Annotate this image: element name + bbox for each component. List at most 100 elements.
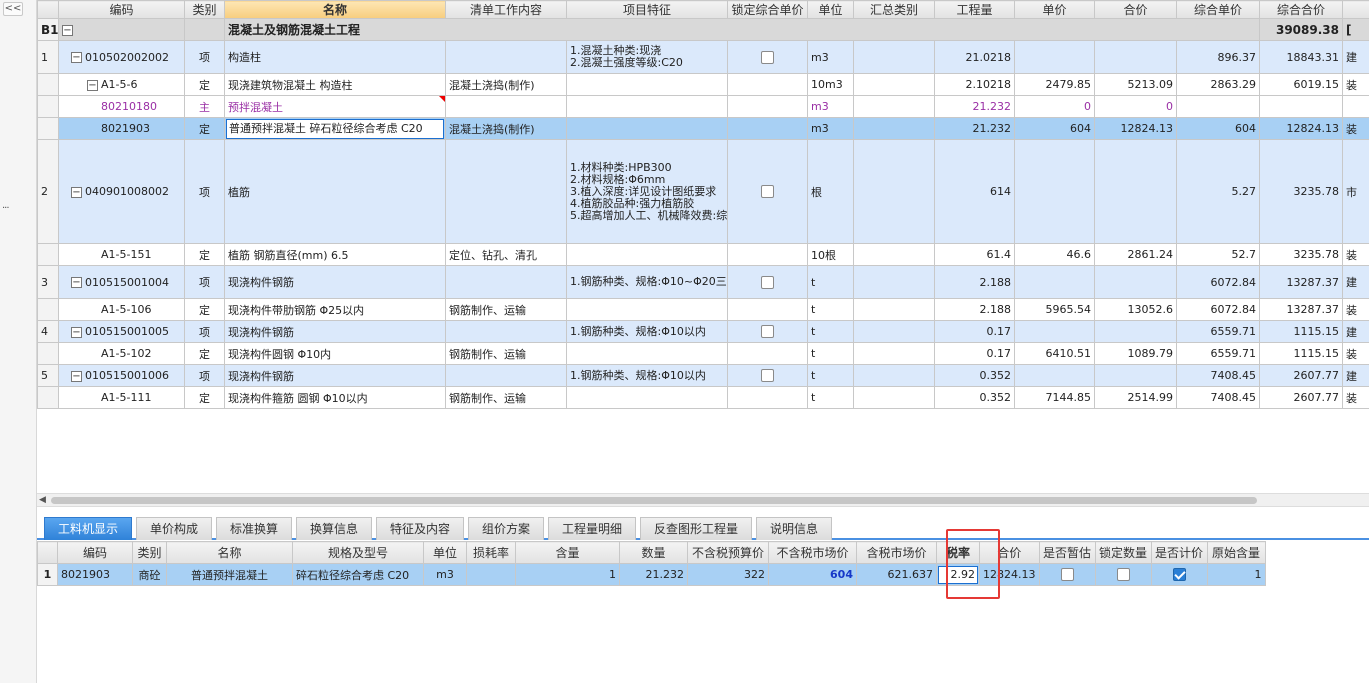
extra-cell[interactable]: 装 — [1342, 117, 1369, 140]
extra-cell[interactable]: 建 — [1342, 320, 1369, 343]
amount-cell[interactable]: 2861.24 — [1094, 243, 1177, 266]
extra-cell[interactable]: 市 — [1342, 139, 1369, 244]
dheader-original-content[interactable]: 原始含量 — [1206, 541, 1266, 564]
work-content-cell[interactable] — [445, 139, 567, 244]
material-spec[interactable]: 碎石粒径综合考虑 C20 — [292, 563, 424, 586]
summary-cell[interactable] — [853, 139, 935, 244]
header-feature[interactable]: 项目特征 — [566, 0, 728, 19]
tab-standard-conversion[interactable]: 标准换算 — [216, 517, 292, 540]
name-input[interactable]: 普通预拌混凝土 碎石粒径综合考虑 C20 — [226, 118, 444, 139]
provisional-checkbox[interactable] — [1060, 568, 1074, 582]
main-material-row[interactable]: 80210180 主预拌混凝土 m3 21.232 0 0 — [37, 95, 1369, 118]
quota-row[interactable]: − A1-5-6 定现浇建筑物混凝土 构造柱 混凝土浇捣(制作) 10m3 2.10218… — [37, 73, 1369, 96]
header-summary-category[interactable]: 汇总类别 — [853, 0, 935, 19]
quantity-cell[interactable]: 614 — [934, 139, 1015, 244]
lock-price-checkbox[interactable] — [761, 325, 774, 339]
name-cell[interactable]: 现浇构件箍筋 圆钢 Φ10以内 — [224, 386, 446, 409]
quantity-cell[interactable]: 0.352 — [934, 364, 1015, 387]
work-content-cell[interactable] — [445, 40, 567, 74]
dheader-loss-rate[interactable]: 损耗率 — [466, 541, 516, 564]
comprehensive-total-cell[interactable]: 1115.15 — [1259, 320, 1343, 343]
extra-cell[interactable]: 建 — [1342, 364, 1369, 387]
name-cell[interactable]: 现浇构件钢筋 — [224, 265, 446, 299]
feature-cell[interactable] — [566, 342, 728, 365]
unit-price-cell[interactable]: 7144.85 — [1014, 386, 1095, 409]
amount-cell[interactable]: 5213.09 — [1094, 73, 1177, 96]
dheader-quantity[interactable]: 数量 — [619, 541, 688, 564]
comprehensive-total-cell[interactable]: 13287.37 — [1259, 265, 1343, 299]
code-cell[interactable]: −010515001005 — [58, 320, 185, 343]
extra-cell[interactable]: 装 — [1342, 243, 1369, 266]
tax-rate-input[interactable]: 2.92 — [938, 565, 978, 584]
amount-cell[interactable]: 12824.13 — [1094, 117, 1177, 140]
header-work-content[interactable]: 清单工作内容 — [445, 0, 567, 19]
unit-price-cell[interactable]: 604 — [1014, 117, 1095, 140]
dheader-budget-price[interactable]: 不含税预算价 — [687, 541, 769, 564]
quantity-cell[interactable]: 0.17 — [934, 342, 1015, 365]
amount-cell[interactable]: 0 — [1094, 95, 1177, 118]
name-cell[interactable]: 现浇构件圆钢 Φ10内 — [224, 342, 446, 365]
unit-price-cell[interactable] — [1014, 139, 1095, 244]
name-cell[interactable]: 现浇建筑物混凝土 构造柱 — [224, 73, 446, 96]
work-content-cell[interactable] — [445, 320, 567, 343]
item-code[interactable]: 010515001005 — [85, 325, 169, 338]
lock-price-cell[interactable] — [727, 342, 808, 365]
dheader-content[interactable]: 含量 — [515, 541, 620, 564]
tab-reverse-graphic-quantity[interactable]: 反查图形工程量 — [640, 517, 752, 540]
summary-cell[interactable] — [853, 386, 935, 409]
bill-item-row[interactable]: 5−010515001006 项现浇构件钢筋 1.钢筋种类、规格:Φ10以内 t 0.3… — [37, 364, 1369, 387]
type-cell[interactable]: 项 — [184, 265, 225, 299]
lock-price-cell[interactable] — [727, 139, 808, 244]
priced-checkbox[interactable] — [1172, 568, 1186, 582]
header-unit-price[interactable]: 单价 — [1014, 0, 1095, 19]
collapse-icon[interactable]: − — [71, 186, 82, 198]
type-cell[interactable]: 项 — [184, 320, 225, 343]
work-content-cell[interactable]: 钢筋制作、运输 — [445, 298, 567, 321]
feature-cell[interactable] — [566, 243, 728, 266]
comprehensive-total-cell[interactable]: 3235.78 — [1259, 243, 1343, 266]
unit-cell[interactable]: m3 — [807, 95, 854, 118]
material-row[interactable]: 1 8021903 商砼 普通预拌混凝土 碎石粒径综合考虑 C20 m3 1 2… — [37, 563, 1266, 586]
bill-item-row[interactable]: 2−040901008002 项植筋 1.材料种类:HPB300 2.材料规格:Φ6m… — [37, 139, 1369, 244]
feature-cell[interactable]: 1.钢筋种类、规格:Φ10~Φ20三级钢 — [566, 265, 728, 299]
comprehensive-unit-price-cell[interactable]: 6559.71 — [1176, 320, 1260, 343]
work-content-cell[interactable] — [445, 265, 567, 299]
type-cell[interactable]: 定 — [184, 117, 225, 140]
scroll-left-icon[interactable]: ◀ — [39, 494, 46, 507]
material-unit[interactable]: m3 — [423, 563, 467, 586]
lock-price-checkbox[interactable] — [761, 185, 774, 199]
horizontal-scrollbar[interactable]: ◀ — [37, 493, 1369, 507]
quantity-cell[interactable]: 21.232 — [934, 117, 1015, 140]
item-code[interactable]: 010515001004 — [85, 276, 169, 289]
unit-cell[interactable]: t — [807, 265, 854, 299]
expand-panel-button[interactable]: << — [3, 2, 23, 16]
unit-cell[interactable]: t — [807, 364, 854, 387]
tab-labor-material-machine[interactable]: 工料机显示 — [44, 517, 132, 540]
quantity-cell[interactable]: 21.232 — [934, 95, 1015, 118]
material-market-price[interactable]: 604 — [768, 563, 857, 586]
comprehensive-total-cell[interactable] — [1259, 95, 1343, 118]
lock-price-cell[interactable] — [727, 364, 808, 387]
dheader-lock-quantity[interactable]: 锁定数量 — [1094, 541, 1152, 564]
item-code[interactable]: A1-5-151 — [101, 248, 151, 261]
lock-price-cell[interactable] — [727, 265, 808, 299]
lock-price-cell[interactable] — [727, 73, 808, 96]
material-quantity[interactable]: 21.232 — [619, 563, 688, 586]
quota-row[interactable]: A1-5-151 定植筋 钢筋直径(mm) 6.5 定位、钻孔、清孔 10根 61.4 4… — [37, 243, 1369, 266]
header-unit[interactable]: 单位 — [807, 0, 854, 19]
item-code[interactable]: 80210180 — [101, 100, 157, 113]
unit-cell[interactable]: m3 — [807, 40, 854, 74]
tab-unit-price-composition[interactable]: 单价构成 — [136, 517, 212, 540]
unit-cell[interactable]: t — [807, 298, 854, 321]
more-icon[interactable]: ... — [2, 200, 9, 211]
group-toggle-cell[interactable]: − — [58, 18, 185, 41]
header-code[interactable]: 编码 — [58, 0, 185, 19]
dheader-code[interactable]: 编码 — [57, 541, 133, 564]
comprehensive-unit-price-cell[interactable]: 5.27 — [1176, 139, 1260, 244]
comprehensive-unit-price-cell[interactable]: 7408.45 — [1176, 364, 1260, 387]
type-cell[interactable]: 项 — [184, 40, 225, 74]
unit-price-cell[interactable] — [1014, 265, 1095, 299]
bill-item-row[interactable]: 4−010515001005 项现浇构件钢筋 1.钢筋种类、规格:Φ10以内 t 0.1… — [37, 320, 1369, 343]
dheader-priced[interactable]: 是否计价 — [1150, 541, 1208, 564]
item-code[interactable]: A1-5-111 — [101, 391, 151, 404]
